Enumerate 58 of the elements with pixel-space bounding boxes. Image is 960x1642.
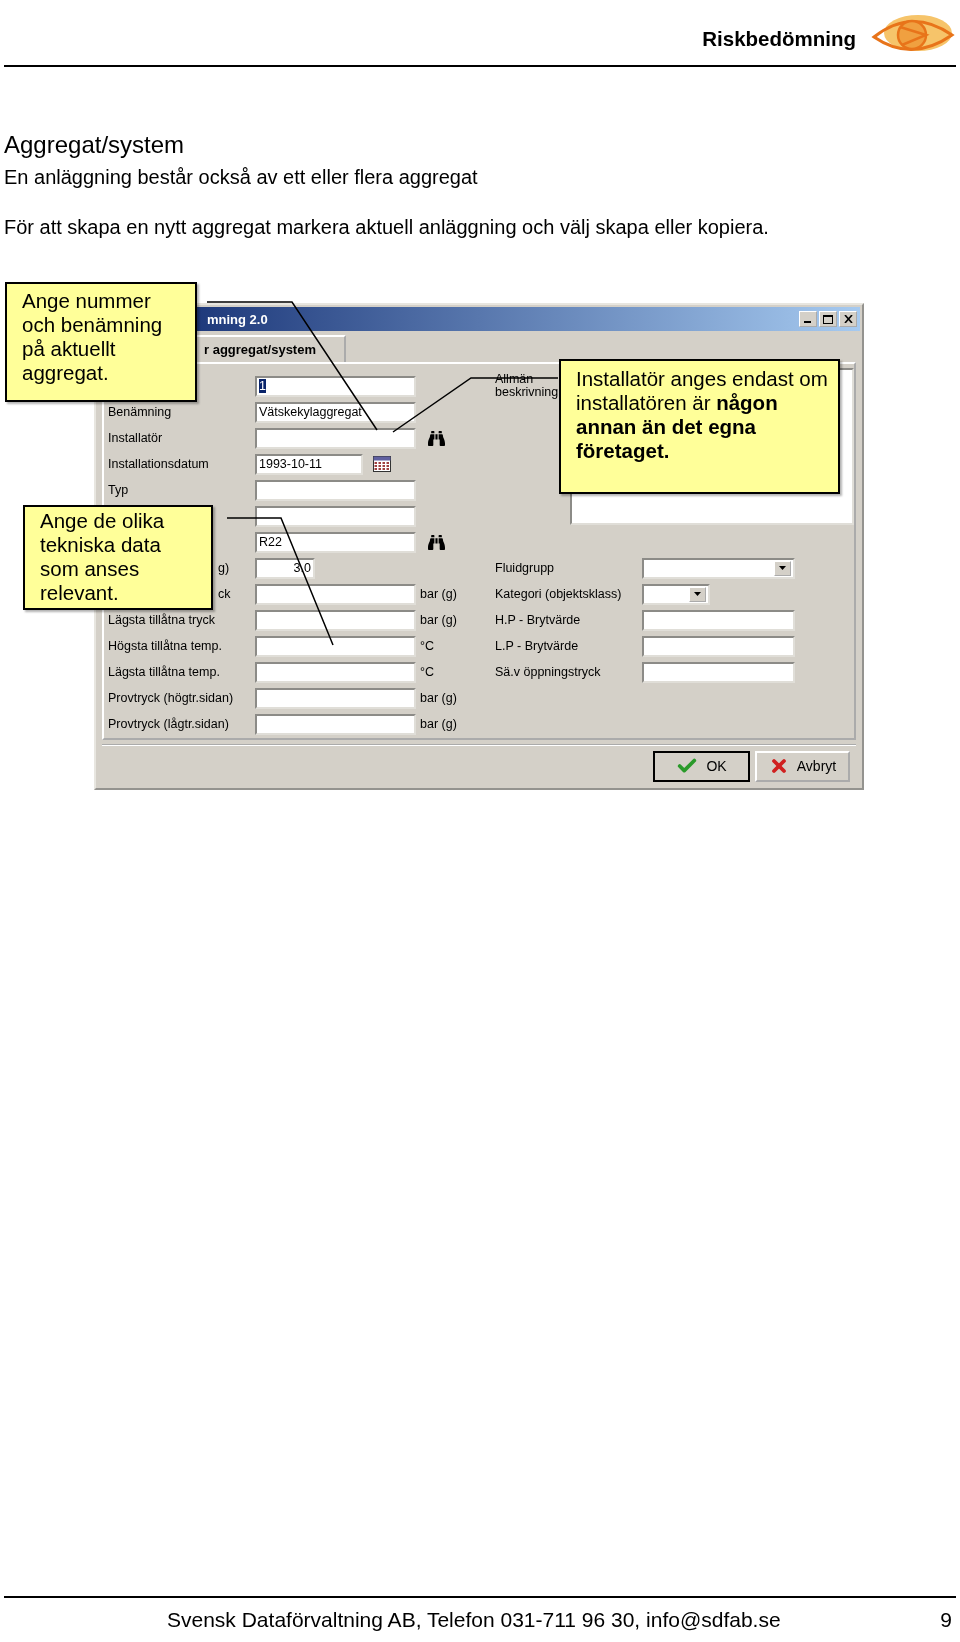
input-field[interactable]	[642, 661, 795, 683]
input-field[interactable]: 1	[255, 375, 416, 397]
header-title: Riskbedömning	[702, 27, 856, 51]
binoculars-icon[interactable]	[428, 533, 445, 551]
input-field[interactable]	[255, 479, 416, 501]
field-label: Sä.v öppningstryck	[495, 665, 602, 679]
unit-label: bar (g)	[420, 587, 457, 601]
input-field[interactable]	[255, 583, 416, 605]
body-text: För att skapa en nytt aggregat markera aktuell anläggning och välj skapa eller kopiera.	[4, 215, 770, 239]
input-field[interactable]: 1993-10-11	[255, 453, 363, 475]
calendar-icon[interactable]	[373, 456, 391, 472]
field-label: L.P - Brytvärde	[495, 639, 580, 653]
unit-label: bar (g)	[420, 691, 457, 705]
field-label: Kategori (objektsklass)	[495, 587, 623, 601]
binoculars-icon[interactable]	[428, 429, 445, 447]
field-label: Typ	[108, 483, 129, 497]
cancel-button[interactable]: Avbryt	[755, 750, 850, 782]
input-field[interactable]	[255, 713, 416, 735]
unit-label: bar (g)	[420, 717, 457, 731]
field-label: Högsta tillåtna temp.	[108, 639, 222, 653]
unit-label: bar (g)	[420, 613, 457, 627]
ok-button[interactable]: OK	[653, 750, 750, 782]
input-field[interactable]	[255, 505, 416, 527]
input-field[interactable]	[255, 609, 416, 631]
footer-text: Svensk Dataförvaltning AB, Telefon 031-711 96 30, info@sdfab.se	[167, 1608, 782, 1632]
field-label: Lägsta tillåtna tryck	[108, 613, 215, 627]
body-text: En anläggning består också av ett eller flera aggregat	[4, 165, 479, 189]
minimize-button[interactable]	[799, 311, 817, 327]
input-field[interactable]	[255, 635, 416, 657]
callout-tooltip: Installatör anges endast om installatören är någon annan än det egna företaget.	[559, 359, 840, 494]
field-label: Provtryck (lågtr.sidan)	[108, 717, 229, 731]
input-field[interactable]: R22	[255, 531, 416, 553]
field-label: Lägsta tillåtna temp.	[108, 665, 220, 679]
page-number: 9	[940, 1608, 952, 1632]
maximize-icon	[823, 314, 833, 324]
field-label: g)	[218, 561, 230, 575]
callout-tooltip: Ange de olika tekniska data som anses relevant.	[23, 505, 213, 610]
field-label: H.P - Brytvärde	[495, 613, 582, 627]
close-icon	[843, 315, 853, 323]
input-field[interactable]	[255, 427, 416, 449]
input-field[interactable]	[642, 635, 795, 657]
close-button[interactable]	[839, 311, 857, 327]
input-field[interactable]	[255, 661, 416, 683]
field-label: Fluidgrupp	[495, 561, 556, 575]
field-label: ck	[218, 587, 231, 601]
input-field[interactable]: Vätskekylaggregat	[255, 401, 416, 423]
section-heading: Aggregat/system	[4, 131, 186, 159]
unit-label: °C	[420, 665, 435, 679]
field-label: Installationsdatum	[108, 457, 209, 471]
field-label: Installatör	[108, 431, 163, 445]
unit-label: °C	[420, 639, 435, 653]
maximize-button[interactable]	[819, 311, 837, 327]
field-label: Benämning	[108, 405, 172, 419]
field-label: Provtryck (högtr.sidan)	[108, 691, 234, 705]
input-field[interactable]	[642, 609, 795, 631]
callout-tooltip: Ange nummer och benämning på aktuellt aggregat.	[5, 282, 197, 402]
input-field[interactable]	[255, 687, 416, 709]
window-title: mning 2.0	[207, 311, 269, 327]
